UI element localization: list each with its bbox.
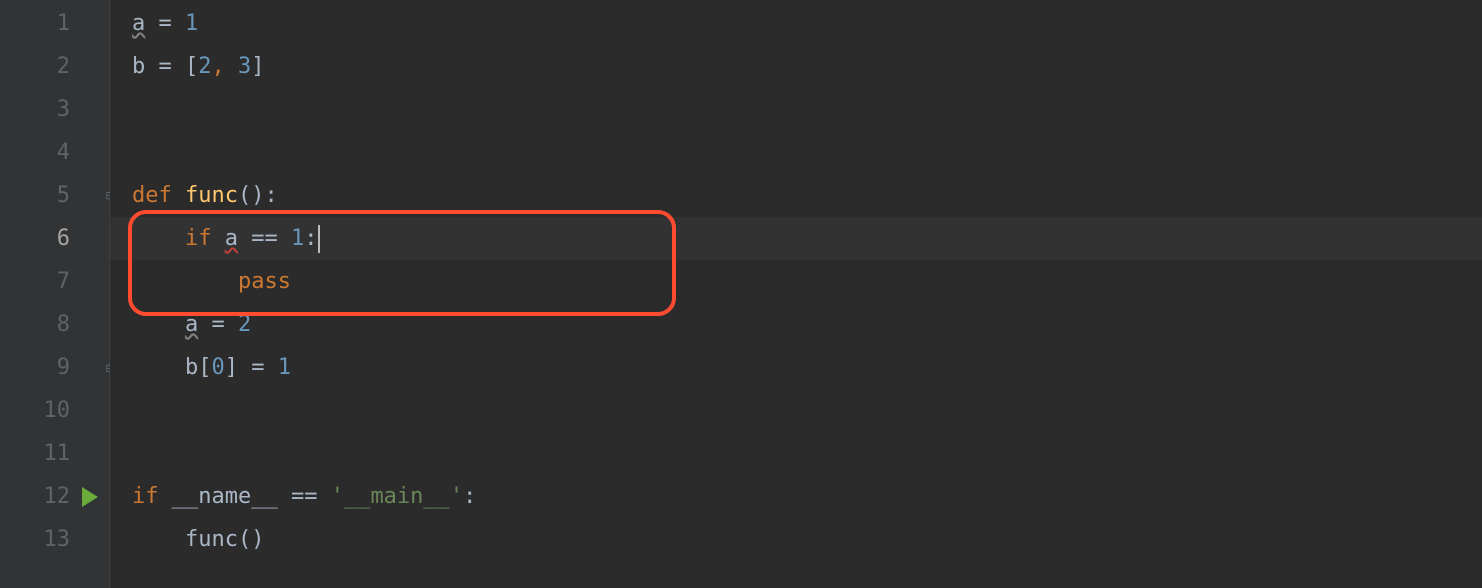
- code-token: a: [185, 312, 198, 337]
- code-token: if: [132, 484, 172, 509]
- code-token: ] =: [225, 355, 278, 380]
- code-token: =: [145, 11, 185, 36]
- code-token: func(): [185, 527, 264, 552]
- code-token: b[: [185, 355, 212, 380]
- gutter-row[interactable]: 3: [0, 88, 110, 131]
- gutter-row[interactable]: 11: [0, 432, 110, 475]
- gutter-row[interactable]: 5⊟: [0, 174, 110, 217]
- line-number: 2: [57, 54, 70, 79]
- line-number: 10: [44, 398, 71, 423]
- code-line[interactable]: [110, 88, 1482, 131]
- code-token: 3: [238, 54, 251, 79]
- gutter-row[interactable]: 9⊟: [0, 346, 110, 389]
- line-number: 8: [57, 312, 70, 337]
- gutter-row[interactable]: 4: [0, 131, 110, 174]
- gutter-row[interactable]: 6: [0, 217, 110, 260]
- code-line[interactable]: [110, 131, 1482, 174]
- gutter-row[interactable]: 12: [0, 475, 110, 518]
- code-line[interactable]: b = [2, 3]: [110, 45, 1482, 88]
- line-number: 1: [57, 11, 70, 36]
- code-token: ==: [238, 226, 291, 251]
- indent: [132, 527, 185, 552]
- code-token: def: [132, 183, 185, 208]
- code-token: ,: [211, 54, 238, 79]
- code-token: ():: [238, 183, 278, 208]
- text-caret: [318, 225, 320, 253]
- gutter-row[interactable]: 2: [0, 45, 110, 88]
- code-area[interactable]: a = 1b = [2, 3]def func(): if a == 1: pa…: [110, 0, 1482, 588]
- code-token: __name__ ==: [172, 484, 331, 509]
- gutter-row[interactable]: 8: [0, 303, 110, 346]
- code-token: 1: [185, 11, 198, 36]
- code-editor[interactable]: 12345⊟6789⊟10111213 a = 1b = [2, 3]def f…: [0, 0, 1482, 588]
- line-number: 5: [57, 183, 70, 208]
- code-token: func: [185, 183, 238, 208]
- line-number: 6: [57, 226, 70, 251]
- code-token: a: [132, 11, 145, 36]
- code-token: if: [185, 226, 225, 251]
- code-token: a: [225, 226, 238, 251]
- indent: [132, 312, 185, 337]
- code-line[interactable]: [110, 389, 1482, 432]
- code-line[interactable]: a = 2: [110, 303, 1482, 346]
- gutter[interactable]: 12345⊟6789⊟10111213: [0, 0, 110, 588]
- line-number: 4: [57, 140, 70, 165]
- line-number: 11: [44, 441, 71, 466]
- code-token: 2: [238, 312, 251, 337]
- code-line[interactable]: func(): [110, 518, 1482, 561]
- indent: [132, 269, 238, 294]
- line-number: 3: [57, 97, 70, 122]
- line-number: 13: [44, 527, 71, 552]
- line-number: 7: [57, 269, 70, 294]
- code-line[interactable]: if __name__ == '__main__':: [110, 475, 1482, 518]
- code-token: 0: [211, 355, 224, 380]
- gutter-row[interactable]: 1: [0, 2, 110, 45]
- run-gutter-icon[interactable]: [82, 487, 98, 507]
- indent: [132, 355, 185, 380]
- line-number: 9: [57, 355, 70, 380]
- code-token: 1: [291, 226, 304, 251]
- code-token: = [: [145, 54, 198, 79]
- gutter-row[interactable]: 10: [0, 389, 110, 432]
- code-line[interactable]: if a == 1:: [110, 217, 1482, 260]
- code-token: '__main__': [331, 484, 463, 509]
- code-line[interactable]: a = 1: [110, 2, 1482, 45]
- code-token: 1: [278, 355, 291, 380]
- code-token: =: [198, 312, 238, 337]
- code-token: ]: [251, 54, 264, 79]
- code-line[interactable]: [110, 432, 1482, 475]
- code-token: 2: [198, 54, 211, 79]
- gutter-row[interactable]: 7: [0, 260, 110, 303]
- code-line[interactable]: b[0] = 1: [110, 346, 1482, 389]
- line-number: 12: [44, 484, 71, 509]
- code-token: :: [463, 484, 476, 509]
- code-line[interactable]: def func():: [110, 174, 1482, 217]
- indent: [132, 226, 185, 251]
- code-token: pass: [238, 269, 291, 294]
- code-token: :: [304, 226, 317, 251]
- code-line[interactable]: pass: [110, 260, 1482, 303]
- code-token: b: [132, 54, 145, 79]
- gutter-row[interactable]: 13: [0, 518, 110, 561]
